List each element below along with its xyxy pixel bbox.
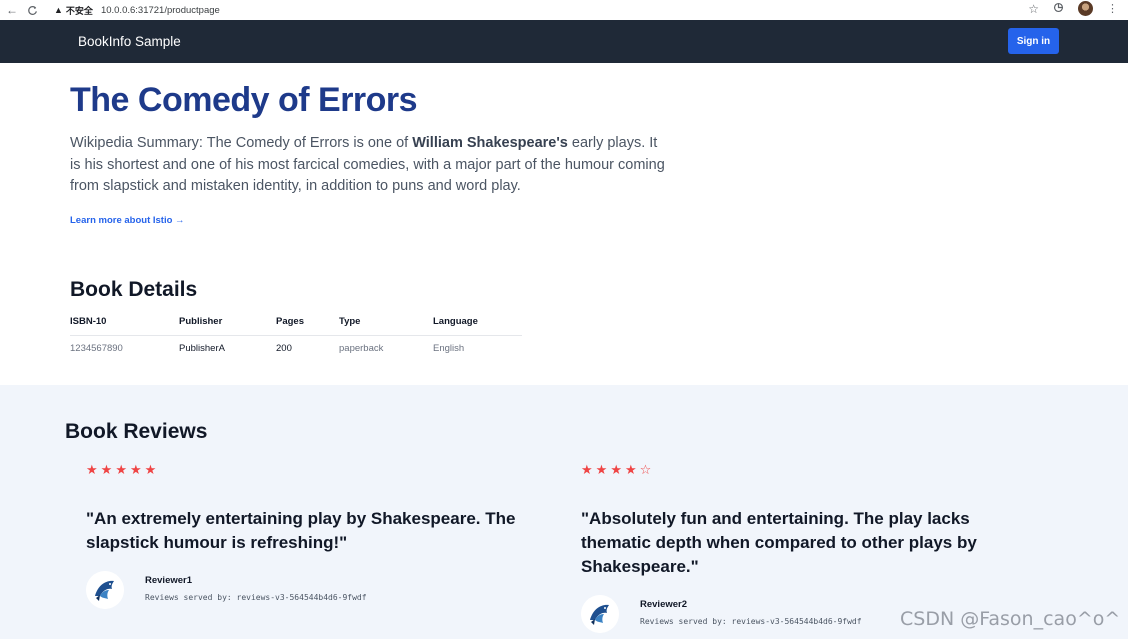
- watermark: CSDN @Fason_cao^o^: [900, 608, 1121, 630]
- table-header-row: ISBN-10 Publisher Pages Type Language: [70, 309, 522, 336]
- address-bar[interactable]: 10.0.0.6:31721/productpage: [101, 5, 220, 16]
- star-filled-icon: ★: [115, 462, 127, 477]
- warning-icon: ▲: [54, 5, 63, 15]
- reload-icon[interactable]: [24, 2, 40, 18]
- summary-prefix: Wikipedia Summary: The Comedy of Errors …: [70, 135, 413, 151]
- istio-logo-icon: [581, 595, 619, 633]
- star-empty-icon: ☆: [639, 462, 652, 477]
- served-by-text: Reviews served by: reviews-v3-564544b4d6…: [145, 593, 367, 602]
- star-filled-icon: ★: [129, 462, 142, 477]
- cell-pages: 200: [276, 342, 292, 354]
- browser-actions: ☆ ⋮: [1028, 1, 1118, 16]
- review-quote: "An extremely entertaining play by Shake…: [86, 509, 516, 552]
- navbar: BookInfo Sample Sign in: [0, 20, 1128, 63]
- table-row: 1234567890 PublisherA 200 paperback Engl…: [70, 335, 522, 359]
- served-by-text: Reviews served by: reviews-v3-564544b4d6…: [640, 617, 862, 626]
- review-card: ★ ★ ★ ★ ★ "An extremely entertaining play by…: [86, 462, 556, 609]
- cell-isbn: 1234567890: [70, 342, 123, 354]
- star-filled-icon: ★: [86, 462, 98, 477]
- reviewer-avatar: [581, 595, 619, 633]
- reviewer-name: Reviewer1: [145, 575, 193, 586]
- header-type: Type: [339, 309, 433, 336]
- reviews-section: Book Reviews ★ ★ ★ ★ ★ "An extremely enterta…: [0, 385, 1128, 639]
- book-reviews-heading: Book Reviews: [65, 420, 208, 443]
- istio-logo-icon: [86, 571, 124, 609]
- header-isbn: ISBN-10: [70, 309, 179, 336]
- bookmark-star-icon[interactable]: ☆: [1028, 2, 1039, 16]
- security-label: 不安全: [65, 5, 93, 16]
- security-indicator[interactable]: ▲ 不安全: [54, 4, 93, 17]
- header-publisher: Publisher: [179, 309, 276, 336]
- cell-language: English: [433, 342, 465, 354]
- star-filled-icon: ★: [581, 462, 593, 477]
- profile-avatar[interactable]: [1078, 1, 1093, 16]
- book-details-table: ISBN-10 Publisher Pages Type Language 12…: [70, 309, 522, 359]
- book-details-heading: Book Details: [70, 278, 198, 301]
- star-filled-icon: ★: [100, 462, 113, 477]
- header-language: Language: [433, 309, 522, 336]
- reviewer-name: Reviewer2: [640, 599, 688, 610]
- book-title: The Comedy of Errors: [70, 81, 418, 119]
- header-pages: Pages: [276, 309, 339, 336]
- brand-link[interactable]: BookInfo Sample: [78, 34, 181, 49]
- cell-publisher: PublisherA: [179, 342, 225, 354]
- cell-type: paperback: [339, 342, 384, 354]
- summary-author: William Shakespeare's: [412, 135, 568, 151]
- book-summary: Wikipedia Summary: The Comedy of Errors …: [70, 133, 670, 198]
- browser-menu-icon[interactable]: ⋮: [1107, 2, 1118, 15]
- star-filled-icon: ★: [595, 462, 608, 477]
- star-rating: ★ ★ ★ ★ ☆: [581, 462, 1051, 478]
- browser-toolbar: ← ▲ 不安全 10.0.0.6:31721/productpage ☆ ⋮: [0, 0, 1128, 20]
- learn-more-link[interactable]: Learn more about Istio →: [70, 215, 185, 226]
- star-rating: ★ ★ ★ ★ ★: [86, 462, 556, 478]
- extensions-icon[interactable]: [1053, 2, 1064, 16]
- star-filled-icon: ★: [610, 462, 622, 477]
- reviewer-avatar: [86, 571, 124, 609]
- review-quote: "Absolutely fun and entertaining. The pl…: [581, 509, 977, 576]
- sign-in-button[interactable]: Sign in: [1008, 28, 1059, 54]
- star-filled-icon: ★: [144, 462, 157, 477]
- star-filled-icon: ★: [624, 462, 637, 477]
- back-icon[interactable]: ←: [4, 2, 20, 18]
- reviewer-info: Reviewer1 Reviews served by: reviews-v3-…: [86, 569, 556, 609]
